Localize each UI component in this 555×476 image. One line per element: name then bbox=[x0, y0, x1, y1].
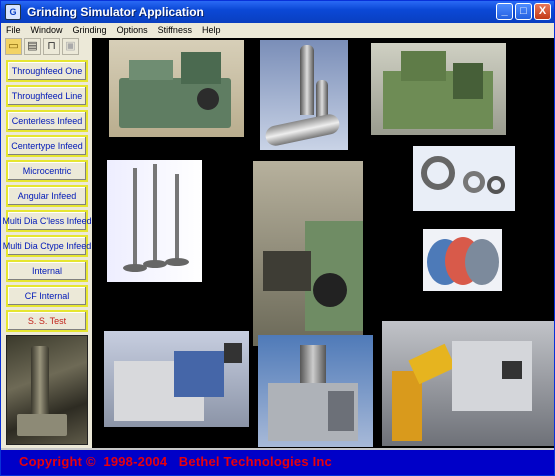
minimize-button[interactable]: _ bbox=[496, 3, 513, 20]
spindle-shape bbox=[31, 346, 49, 416]
throughfeed-line-button[interactable]: Throughfeed Line bbox=[6, 85, 88, 107]
close-button[interactable]: X bbox=[534, 3, 551, 20]
grinding-type-sidebar: Throughfeed One Throughfeed Line Centerl… bbox=[2, 58, 92, 446]
photo-collage bbox=[92, 38, 554, 448]
menu-options[interactable]: Options bbox=[112, 25, 153, 35]
ss-test-button[interactable]: S. S. Test bbox=[6, 310, 88, 332]
engine-valves-photo bbox=[107, 160, 202, 282]
robotic-grinding-cell-photo bbox=[382, 321, 554, 446]
window-title: Grinding Simulator Application bbox=[27, 5, 204, 19]
angular-infeed-button[interactable]: Angular Infeed bbox=[6, 185, 88, 207]
microcentric-button[interactable]: Microcentric bbox=[6, 160, 88, 182]
grinding-machine-photo-4 bbox=[258, 335, 373, 447]
cf-internal-button[interactable]: CF Internal bbox=[6, 285, 88, 307]
copyright-text: Copyright © 1998-2004 Bethel Technologie… bbox=[19, 454, 332, 469]
grinding-wheels-photo bbox=[423, 229, 502, 291]
multi-dia-cless-infeed-button[interactable]: Multi Dia C'less Infeed bbox=[2, 210, 92, 232]
maximize-button[interactable]: □ bbox=[515, 3, 532, 20]
menu-bar: File Window Grinding Options Stiffness H… bbox=[1, 23, 554, 37]
grinding-head-closeup-photo bbox=[253, 161, 363, 346]
internal-button[interactable]: Internal bbox=[6, 260, 88, 282]
throughfeed-one-button[interactable]: Throughfeed One bbox=[6, 60, 88, 82]
grinding-machine-side-photo bbox=[6, 335, 88, 445]
grinding-machine-photo-3 bbox=[104, 331, 249, 427]
machine-base-shape bbox=[17, 414, 67, 436]
grinding-machine-photo-2 bbox=[371, 43, 506, 135]
menu-grinding[interactable]: Grinding bbox=[68, 25, 112, 35]
menu-help[interactable]: Help bbox=[197, 25, 226, 35]
cylindrical-parts-photo bbox=[260, 40, 348, 150]
title-bar[interactable]: G Grinding Simulator Application _ □ X bbox=[1, 1, 554, 23]
copyright-bar: Copyright © 1998-2004 Bethel Technologie… bbox=[1, 448, 554, 475]
menu-window[interactable]: Window bbox=[26, 25, 68, 35]
machine-icon[interactable]: ⊓ bbox=[43, 38, 60, 55]
save-disabled-icon: ▣ bbox=[62, 38, 79, 55]
print-icon[interactable]: ▤ bbox=[24, 38, 41, 55]
centertype-infeed-button[interactable]: Centertype Infeed bbox=[6, 135, 88, 157]
app-icon[interactable]: G bbox=[5, 4, 21, 20]
open-folder-icon[interactable]: ▭ bbox=[5, 38, 22, 55]
toolbar: ▭ ▤ ⊓ ▣ bbox=[5, 38, 79, 58]
centerless-infeed-button[interactable]: Centerless Infeed bbox=[6, 110, 88, 132]
menu-stiffness[interactable]: Stiffness bbox=[153, 25, 197, 35]
window-controls: _ □ X bbox=[496, 3, 551, 20]
multi-dia-ctype-infeed-button[interactable]: Multi Dia Ctype Infeed bbox=[3, 235, 91, 257]
app-window: G Grinding Simulator Application _ □ X F… bbox=[0, 0, 555, 476]
grinding-machine-photo-1 bbox=[109, 40, 244, 137]
bearings-photo bbox=[413, 146, 515, 211]
menu-file[interactable]: File bbox=[1, 25, 26, 35]
